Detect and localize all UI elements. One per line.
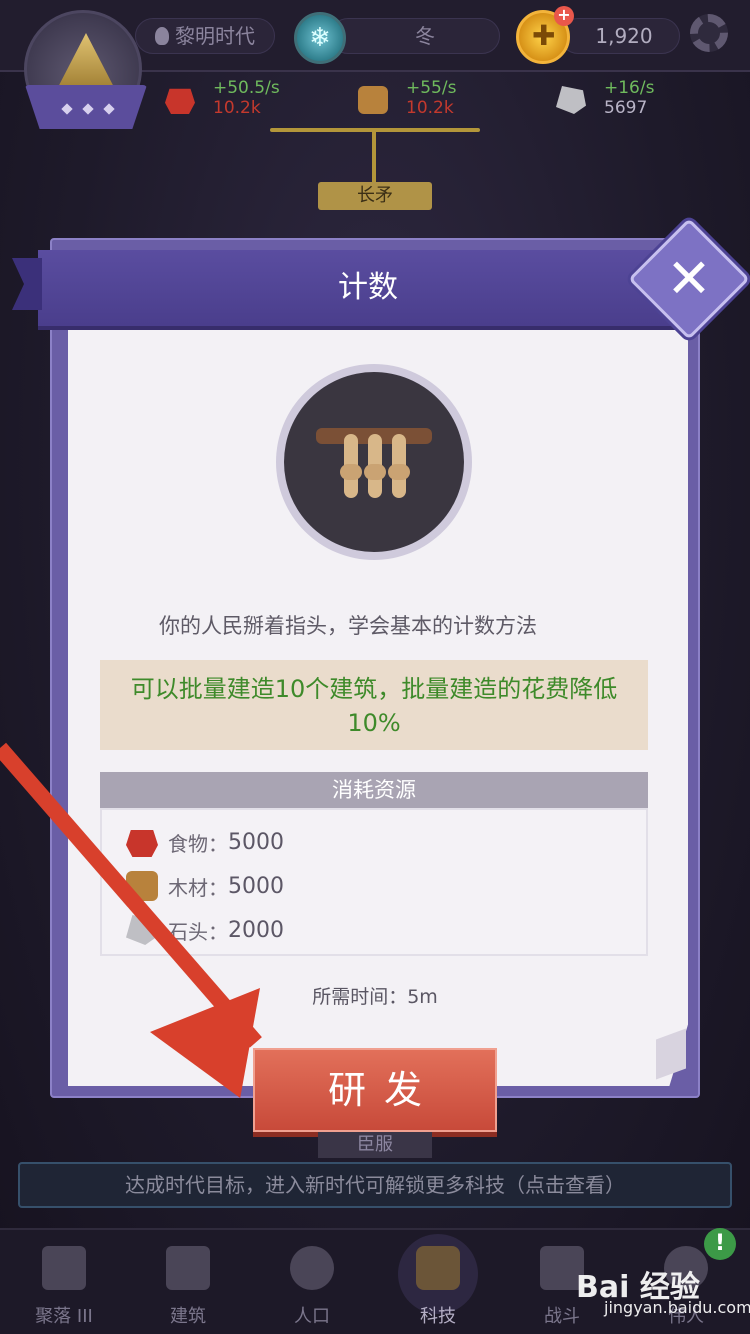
wood-icon bbox=[358, 86, 388, 114]
nav-settlement[interactable]: 聚落 III bbox=[4, 1228, 124, 1334]
book-icon bbox=[416, 1246, 460, 1290]
add-gold-icon[interactable]: + bbox=[554, 6, 574, 26]
stone-rate: +16/s bbox=[604, 78, 655, 98]
snowflake-icon[interactable]: ❄ bbox=[294, 12, 346, 64]
nav-tech[interactable]: 科技 bbox=[378, 1228, 498, 1334]
tree-connector-vertical bbox=[372, 128, 376, 184]
cost-row-wood: 木材： 5000 bbox=[126, 866, 284, 906]
cost-label: 食物： bbox=[168, 831, 228, 856]
tech-bonus: 可以批量建造10个建筑，批量建造的花费降低10% bbox=[100, 660, 648, 750]
research-button[interactable]: 研发 bbox=[253, 1048, 497, 1132]
nav-label: 聚落 III bbox=[35, 1306, 93, 1327]
food-icon bbox=[165, 88, 195, 114]
person-icon bbox=[290, 1246, 334, 1290]
era-label: 黎明时代 bbox=[175, 24, 255, 48]
gold-pill[interactable]: 1,920 bbox=[560, 18, 680, 54]
tent-icon bbox=[55, 33, 117, 93]
tech-emblem bbox=[276, 364, 472, 560]
rank-dots bbox=[61, 103, 115, 115]
gold-amount: 1,920 bbox=[595, 24, 653, 48]
research-time: 所需时间：5m bbox=[312, 986, 438, 1008]
cost-label: 木材： bbox=[168, 875, 228, 900]
modal-title: 计数 bbox=[338, 270, 398, 305]
next-tech-label[interactable]: 臣服 bbox=[318, 1132, 432, 1158]
notification-badge: ! bbox=[704, 1228, 736, 1260]
knotted-rope-icon bbox=[284, 372, 464, 552]
cost-value: 5000 bbox=[228, 873, 284, 899]
season-pill[interactable]: 冬 bbox=[330, 18, 500, 54]
nav-label: 科技 bbox=[420, 1306, 456, 1327]
cost-value: 5000 bbox=[228, 829, 284, 855]
wood-rate: +55/s bbox=[406, 78, 457, 98]
nav-label: 建筑 bbox=[170, 1306, 206, 1327]
tech-description: 你的人民掰着指头，学会基本的计数方法 bbox=[159, 614, 537, 638]
cost-header: 消耗资源 bbox=[100, 772, 648, 808]
close-icon[interactable]: ✕ bbox=[660, 248, 718, 310]
cost-value: 2000 bbox=[228, 917, 284, 943]
fire-icon bbox=[155, 27, 169, 45]
era-pill[interactable]: 黎明时代 bbox=[135, 18, 275, 54]
season-label: 冬 bbox=[415, 24, 435, 48]
nav-buildings[interactable]: 建筑 bbox=[128, 1228, 248, 1334]
cost-row-food: 食物： 5000 bbox=[126, 822, 284, 862]
food-icon bbox=[126, 830, 158, 857]
stone-icon bbox=[556, 86, 586, 114]
food-amount: 10.2k bbox=[213, 98, 261, 118]
nav-label: 人口 bbox=[294, 1306, 330, 1327]
house-icon bbox=[166, 1246, 210, 1290]
settlement-avatar[interactable] bbox=[24, 10, 147, 129]
top-hud: 黎明时代 冬 ❄ 1,920 + +50.5/s 10.2k +55/s 10.… bbox=[0, 0, 750, 129]
food-rate: +50.5/s bbox=[213, 78, 280, 98]
castle-icon bbox=[42, 1246, 86, 1290]
era-notice-banner[interactable]: 达成时代目标，进入新时代可解锁更多科技（点击查看） bbox=[18, 1162, 732, 1208]
wood-amount: 10.2k bbox=[406, 98, 454, 118]
prev-tech-label[interactable]: 长矛 bbox=[318, 182, 432, 210]
watermark-url: jingyan.baidu.com bbox=[604, 1298, 750, 1317]
stone-amount: 5697 bbox=[604, 98, 648, 118]
gear-icon[interactable] bbox=[690, 14, 728, 52]
nav-population[interactable]: 人口 bbox=[252, 1228, 372, 1334]
